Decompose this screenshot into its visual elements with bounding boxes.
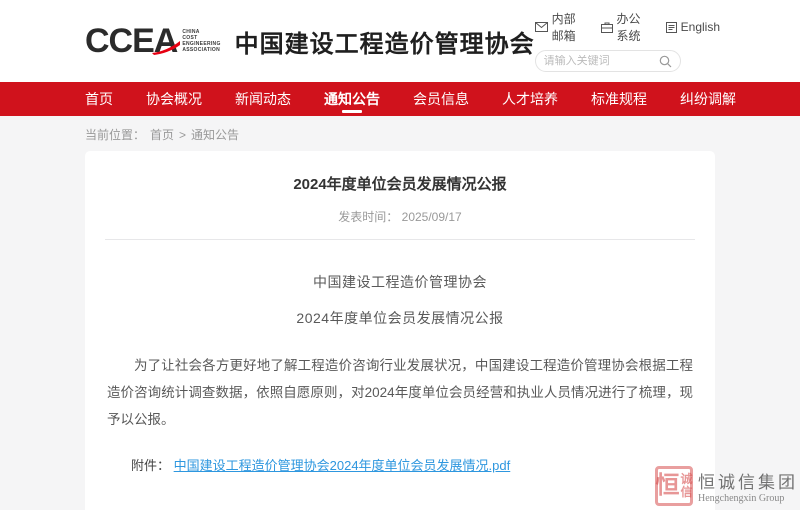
nav-item-talent-training[interactable]: 人才培养 [502,82,558,116]
nav-item-label: 会员信息 [413,89,469,109]
logo-subtext-line: ASSOCIATION [182,47,220,53]
article-paragraph: 为了让社会各方更好地了解工程造价咨询行业发展状况，中国建设工程造价管理协会根据工… [105,352,695,433]
logo-swoosh-icon [151,40,181,56]
nav-item-label: 标准规程 [591,89,647,109]
article-subtitle: 2024年度单位会员发展情况公报 [105,308,695,328]
breadcrumb: 当前位置： 首页 > 通知公告 [0,116,800,151]
quick-link-label: 内部邮箱 [552,10,587,44]
quick-link-label: 办公系统 [617,10,652,44]
article-title: 2024年度单位会员发展情况公报 [105,169,695,194]
search-box [535,50,681,72]
office-system-link[interactable]: 办公系统 [601,10,652,44]
attachment-label: 附件： [131,458,170,473]
breadcrumb-prefix: 当前位置： [85,126,145,143]
nav-item-standards[interactable]: 标准规程 [591,82,647,116]
nav-item-label: 纠纷调解 [680,89,736,109]
nav-item-notices[interactable]: 通知公告 [324,82,380,116]
logo-subtext: CHINA COST ENGINEERING ASSOCIATION [182,29,220,53]
logo-acronym: CCEA [85,24,177,58]
nav-item-association-overview[interactable]: 协会概况 [146,82,202,116]
nav-item-dispute-mediation[interactable]: 纠纷调解 [680,82,736,116]
nav-item-label: 人才培养 [502,89,558,109]
breadcrumb-home-link[interactable]: 首页 [150,126,174,143]
breadcrumb-current: 通知公告 [191,126,239,143]
quick-links: 内部邮箱 办公系统 English [535,10,720,44]
english-link[interactable]: English [666,20,720,34]
publish-date: 2025/09/17 [402,210,462,224]
active-tab-indicator [342,110,362,113]
publish-label: 发表时间： [338,210,398,224]
attachment-row: 附件： 中国建设工程造价管理协会2024年度单位会员发展情况.pdf [105,455,695,474]
divider [105,239,695,240]
site-header: CCEA CHINA COST ENGINEERING ASSOCIATION … [0,0,800,82]
content-panel: 2024年度单位会员发展情况公报 发表时间： 2025/09/17 中国建设工程… [85,151,715,510]
main-nav: 首页 协会概况 新闻动态 通知公告 会员信息 人才培养 标准规程 纠纷调解 [0,82,800,116]
site-title: 中国建设工程造价管理协会 [235,24,535,59]
nav-item-label: 首页 [85,89,113,109]
language-icon [666,22,677,33]
attachment-link[interactable]: 中国建设工程造价管理协会2024年度单位会员发展情况.pdf [174,458,511,473]
search-input[interactable] [544,55,659,67]
nav-item-label: 通知公告 [324,89,380,109]
publish-meta: 发表时间： 2025/09/17 [105,208,695,225]
breadcrumb-separator: > [179,128,186,142]
nav-item-home[interactable]: 首页 [85,82,113,116]
article-org-line: 中国建设工程造价管理协会 [105,272,695,292]
internal-mail-link[interactable]: 内部邮箱 [535,10,587,44]
nav-item-news[interactable]: 新闻动态 [235,82,291,116]
nav-item-member-info[interactable]: 会员信息 [413,82,469,116]
quick-link-label: English [681,20,720,34]
site-logo[interactable]: CCEA CHINA COST ENGINEERING ASSOCIATION … [85,24,535,59]
nav-item-label: 协会概况 [146,89,202,109]
header-utilities: 内部邮箱 办公系统 English [535,10,720,72]
nav-item-label: 新闻动态 [235,89,291,109]
briefcase-icon [601,22,613,33]
search-icon[interactable] [659,55,672,68]
mail-icon [535,22,548,32]
